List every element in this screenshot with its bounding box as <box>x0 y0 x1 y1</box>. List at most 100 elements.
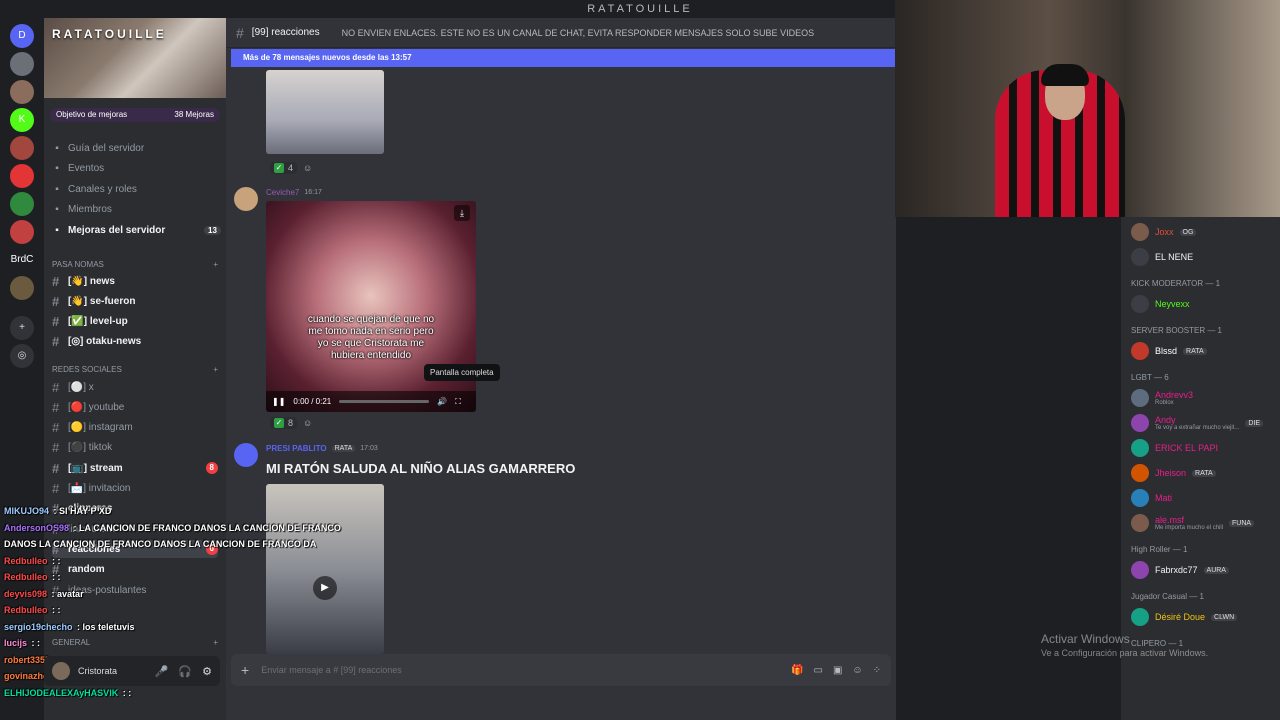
member-item[interactable]: Andy Te voy a extrañar mucho viejit... DIE <box>1131 412 1277 434</box>
category-name: REDES SOCIALES <box>52 365 122 374</box>
pause-icon[interactable]: ❚❚ <box>272 397 285 406</box>
server-icon[interactable] <box>10 220 34 244</box>
server-icon[interactable] <box>10 276 34 300</box>
mention-badge: 8 <box>205 462 218 475</box>
message-text: MI RATÓN SALUDA AL NIÑO ALIAS GAMARRERO <box>266 461 576 476</box>
member-group-header: SERVER BOOSTER — 1 <box>1131 326 1222 335</box>
member-item[interactable]: Désiré Doue CLWN <box>1131 606 1277 628</box>
sidebar-nav-label: Guía del servidor <box>68 142 145 154</box>
sidebar-nav-item[interactable]: ▪ Miembros <box>52 201 112 219</box>
message-image[interactable] <box>266 70 384 154</box>
apps-icon[interactable]: ⁘ <box>873 665 881 676</box>
message-composer[interactable]: + Enviar mensaje a # [99] reacciones 🎁 ▭… <box>231 654 891 686</box>
member-item[interactable]: Jheison RATA <box>1131 462 1277 484</box>
member-item[interactable]: ale.msf Me importa mucho el chill FUNA <box>1131 512 1277 534</box>
member-item[interactable]: ERICK EL PAPI <box>1131 437 1277 459</box>
avatar[interactable] <box>234 443 258 467</box>
server-icon[interactable] <box>10 52 34 76</box>
reactions-row: ✓ 8 ☺ <box>270 417 312 429</box>
member-item[interactable]: EL NENE <box>1131 246 1277 268</box>
volume-icon[interactable]: 🔊 <box>437 397 447 406</box>
plus-icon[interactable]: + <box>213 365 218 374</box>
channel-item[interactable]: # [📩] invitacion <box>52 480 218 498</box>
reaction-count: 4 <box>288 163 294 173</box>
member-name: Mati <box>1155 493 1173 503</box>
reaction-check[interactable]: ✓ 4 <box>270 162 298 174</box>
hash-icon: # <box>52 314 60 330</box>
member-name: Neyvexx <box>1155 299 1190 309</box>
category-header[interactable]: PASA NOMAS + <box>52 260 218 269</box>
member-tag: CLWN <box>1211 613 1238 621</box>
server-icon[interactable] <box>10 192 34 216</box>
category-header[interactable]: REDES SOCIALES + <box>52 365 218 374</box>
tooltip: Pantalla completa <box>424 364 500 381</box>
microphone-icon[interactable]: 🎤 <box>155 665 169 678</box>
channel-item[interactable]: # [⚫] tiktok <box>52 439 218 457</box>
member-item[interactable]: Mati <box>1131 487 1277 509</box>
channel-label: [🟡] instagram <box>68 422 133 434</box>
plus-icon[interactable]: + <box>10 316 34 340</box>
message-author[interactable]: Ceviche7 <box>266 188 299 197</box>
boost-label: Objetivo de mejoras <box>56 110 128 119</box>
sidebar-nav-item[interactable]: ▪ Eventos <box>52 160 104 178</box>
download-icon[interactable]: ⤓ <box>454 205 470 221</box>
member-name-wrap: Mati <box>1155 493 1172 503</box>
gift-icon[interactable]: 🎁 <box>791 665 803 676</box>
member-item[interactable]: Neyvexx <box>1131 293 1277 315</box>
headphones-icon[interactable]: 🎧 <box>178 665 192 678</box>
avatar[interactable] <box>234 187 258 211</box>
member-group-header: Jugador Casual — 1 <box>1131 592 1204 601</box>
server-icon[interactable]: K <box>10 108 34 132</box>
server-icon[interactable] <box>10 136 34 160</box>
channel-item[interactable]: # [⚪] x <box>52 378 218 396</box>
sidebar-nav-item[interactable]: ▪ Canales y roles <box>52 180 137 198</box>
add-reaction-icon[interactable]: ☺ <box>303 163 312 173</box>
member-name: ale.msf <box>1155 515 1185 525</box>
calendar-icon: ▪ <box>55 163 59 174</box>
reaction-check[interactable]: ✓ 8 <box>270 417 298 429</box>
hash-icon: # <box>52 334 60 350</box>
member-item[interactable]: Andrevv3 Roblox <box>1131 387 1277 409</box>
server-icon[interactable] <box>10 80 34 104</box>
member-tag: AURA <box>1203 566 1229 574</box>
overlay-chat-line: Redbulleo : : <box>4 555 61 566</box>
avatar <box>1131 223 1149 241</box>
boost-progress[interactable]: Objetivo de mejoras 38 Mejoras <box>50 108 220 122</box>
server-icon[interactable] <box>10 164 34 188</box>
emoji-icon[interactable]: ☺ <box>852 665 862 676</box>
member-name: ERICK EL PAPI <box>1155 443 1219 453</box>
channel-item[interactable]: # [✅] level-up <box>52 313 218 331</box>
channel-item[interactable]: # [👋] news <box>52 272 218 290</box>
channel-item[interactable]: # [◎] otaku-news <box>52 333 218 351</box>
sidebar-nav-item[interactable]: ▪ Guía del servidor <box>52 139 144 157</box>
video-seekbar[interactable] <box>339 400 430 403</box>
avatar[interactable] <box>52 662 70 680</box>
message-author-row: Ceviche7 16:17 <box>266 188 322 197</box>
sidebar-nav-label: Miembros <box>68 204 112 215</box>
streamer-cap <box>1041 64 1089 86</box>
member-item[interactable]: Blssd RATA <box>1131 340 1277 362</box>
server-name[interactable]: RATATOUILLE <box>52 27 167 41</box>
channel-item[interactable]: # [👋] se-fueron <box>52 292 218 310</box>
channel-item[interactable]: # [📺] stream 8 <box>52 459 218 477</box>
server-icon[interactable]: BrdC <box>10 248 34 272</box>
member-item[interactable]: Joxx OG <box>1131 221 1277 243</box>
channel-item[interactable]: # [🔴] youtube <box>52 398 218 416</box>
member-item[interactable]: Fabrxdc77 AURA <box>1131 559 1277 581</box>
sticker-icon[interactable]: ▣ <box>833 665 842 676</box>
message-author[interactable]: PRESI PABLITO <box>266 444 327 453</box>
gear-icon[interactable]: ⚙ <box>202 665 212 678</box>
channel-item[interactable]: # [🟡] instagram <box>52 419 218 437</box>
new-messages-bar[interactable]: Más de 78 mensajes nuevos desde las 13:5… <box>231 49 896 67</box>
compass-icon[interactable]: ◎ <box>10 344 34 368</box>
sidebar-nav-item[interactable]: ▪ Mejoras del servidor 13 <box>52 221 221 239</box>
chat-message: : <box>57 605 61 615</box>
plus-icon[interactable]: + <box>213 260 218 269</box>
server-icon[interactable]: D <box>10 24 34 48</box>
fullscreen-icon[interactable]: ⛶ <box>455 397 461 407</box>
chat-message: : <box>37 638 41 648</box>
channel-topic[interactable]: NO ENVIEN ENLACES. ESTE NO ES UN CANAL D… <box>342 28 814 38</box>
user-name[interactable]: Cristorata <box>78 666 117 676</box>
gif-icon[interactable]: ▭ <box>813 665 822 676</box>
add-reaction-icon[interactable]: ☺ <box>303 418 312 428</box>
